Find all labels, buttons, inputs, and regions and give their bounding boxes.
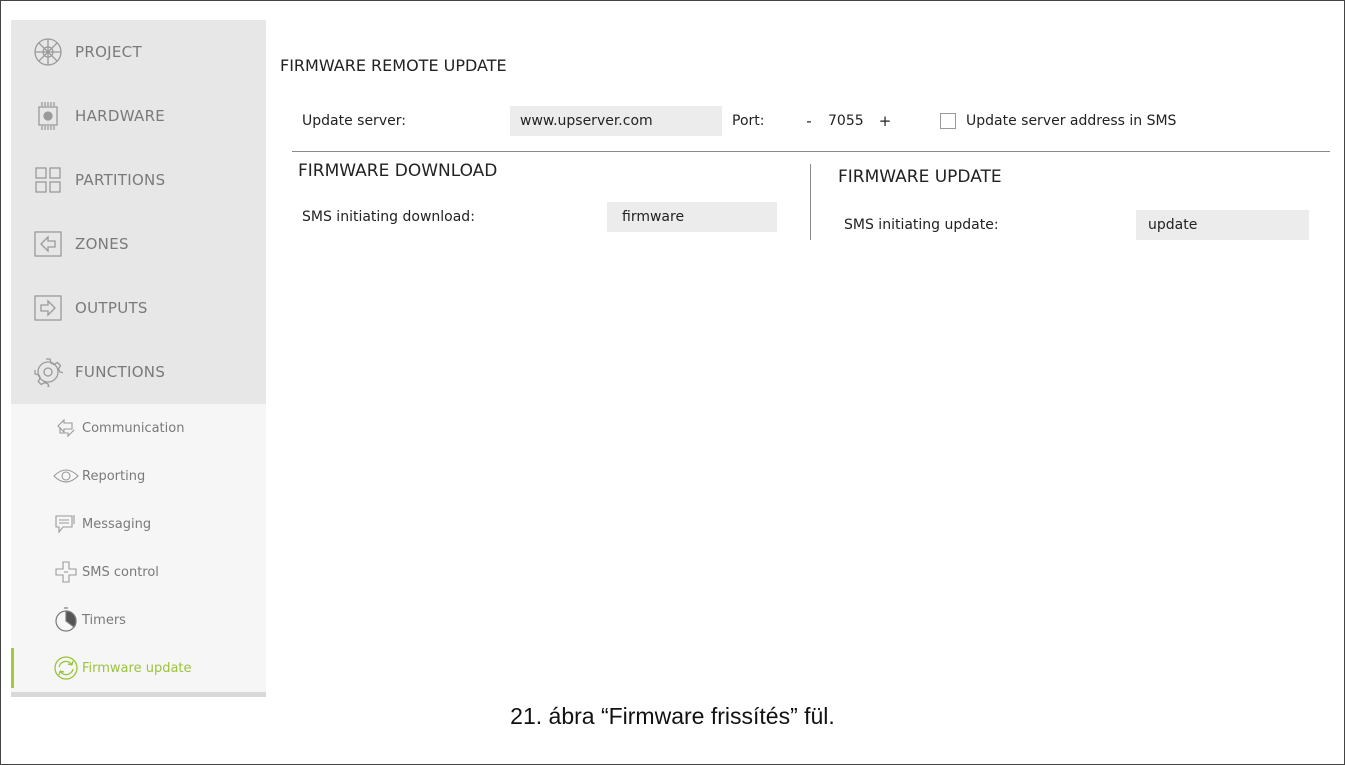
sidebar-item-label: ZONES <box>75 235 129 253</box>
communication-icon <box>53 415 79 441</box>
sms-address-checkbox[interactable] <box>940 113 956 129</box>
download-row: SMS initiating download: firmware <box>302 202 777 232</box>
sidebar-item-zones[interactable]: ZONES <box>11 212 266 276</box>
sidebar-item-label: OUTPUTS <box>75 299 148 317</box>
sidebar-item-functions[interactable]: FUNCTIONS <box>11 340 266 404</box>
project-icon <box>31 35 65 69</box>
reporting-icon <box>53 463 79 489</box>
zones-icon <box>31 227 65 261</box>
functions-submenu: Communication Reporting Messaging SMS co… <box>11 404 266 692</box>
sidebar-item-hardware[interactable]: HARDWARE <box>11 84 266 148</box>
sidebar-item-project[interactable]: PROJECT <box>11 20 266 84</box>
sidebar-subitem-reporting[interactable]: Reporting <box>11 452 266 500</box>
sidebar-subitem-firmware-update[interactable]: Firmware update <box>11 644 266 692</box>
functions-icon <box>31 355 65 389</box>
sidebar-subitem-timers[interactable]: Timers <box>11 596 266 644</box>
port-input[interactable]: 7055 <box>828 113 876 129</box>
update-server-label: Update server: <box>302 113 406 129</box>
column-divider <box>810 164 811 240</box>
partitions-icon <box>31 163 65 197</box>
download-sms-value: firmware <box>622 209 685 225</box>
messaging-icon <box>53 511 79 537</box>
hardware-icon <box>31 99 65 133</box>
outputs-icon <box>31 291 65 325</box>
sidebar-subitem-communication[interactable]: Communication <box>11 404 266 452</box>
download-sms-input[interactable]: firmware <box>607 202 777 232</box>
sidebar-item-label: FUNCTIONS <box>75 363 166 381</box>
section-divider <box>292 151 1330 152</box>
sidebar-item-label: PROJECT <box>75 43 142 61</box>
update-sms-input[interactable]: update <box>1136 210 1309 240</box>
sidebar-subitem-label: SMS control <box>82 564 159 580</box>
update-server-value: www.upserver.com <box>520 113 653 129</box>
firmware-update-icon <box>53 655 79 681</box>
firmware-update-title: FIRMWARE UPDATE <box>838 167 1002 187</box>
sms-address-checkbox-label: Update server address in SMS <box>966 113 1177 129</box>
update-server-row: Update server: www.upserver.com Port: - … <box>302 106 1176 136</box>
sidebar-subitem-messaging[interactable]: Messaging <box>11 500 266 548</box>
sidebar-item-label: HARDWARE <box>75 107 166 125</box>
sidebar-subitem-label: Reporting <box>82 468 146 484</box>
figure-caption: 21. ábra “Firmware frissítés” fül. <box>510 703 835 729</box>
port-increment-button[interactable]: + <box>876 112 894 130</box>
sidebar-subitem-label: Firmware update <box>82 660 192 676</box>
sms-control-icon <box>53 559 79 585</box>
sidebar-subitem-label: Timers <box>82 612 126 628</box>
remote-update-title: FIRMWARE REMOTE UPDATE <box>280 56 507 75</box>
download-sms-label: SMS initiating download: <box>302 209 475 225</box>
firmware-download-title: FIRMWARE DOWNLOAD <box>298 161 498 181</box>
update-sms-value: update <box>1148 217 1198 233</box>
sidebar: PROJECT HARDWARE PARTITIONS ZONES OUTPUT… <box>11 20 266 697</box>
sidebar-item-outputs[interactable]: OUTPUTS <box>11 276 266 340</box>
port-label: Port: <box>732 113 765 129</box>
sidebar-item-label: PARTITIONS <box>75 171 166 189</box>
sidebar-subitem-label: Messaging <box>82 516 152 532</box>
update-sms-label: SMS initiating update: <box>844 217 999 233</box>
sidebar-subitem-sms-control[interactable]: SMS control <box>11 548 266 596</box>
timers-icon <box>53 607 79 633</box>
port-decrement-button[interactable]: - <box>800 112 818 130</box>
sidebar-bottom-edge <box>11 692 266 697</box>
update-row: SMS initiating update: update <box>844 210 1309 240</box>
sidebar-subitem-label: Communication <box>82 420 185 436</box>
sidebar-item-partitions[interactable]: PARTITIONS <box>11 148 266 212</box>
update-server-input[interactable]: www.upserver.com <box>510 106 722 136</box>
